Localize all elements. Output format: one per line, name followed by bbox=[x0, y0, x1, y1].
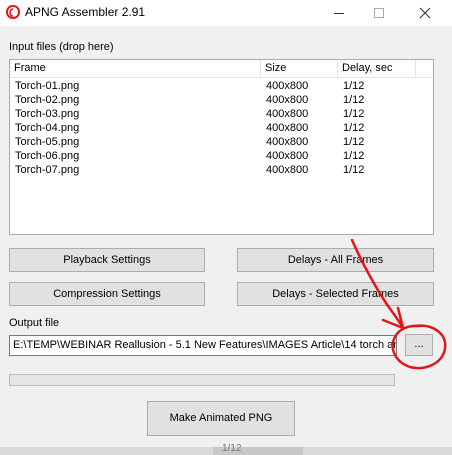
delays-selected-frames-button[interactable]: Delays - Selected Frames bbox=[237, 282, 434, 306]
list-item[interactable]: Torch-07.png 400x800 1/12 bbox=[10, 164, 433, 178]
frame-cell: Torch-07.png bbox=[15, 164, 80, 176]
list-item[interactable]: Torch-05.png 400x800 1/12 bbox=[10, 136, 433, 150]
maximize-button[interactable] bbox=[356, 0, 402, 26]
list-item[interactable]: Torch-06.png 400x800 1/12 bbox=[10, 150, 433, 164]
compression-settings-button[interactable]: Compression Settings bbox=[9, 282, 205, 306]
size-cell: 400x800 bbox=[266, 150, 309, 162]
delay-cell: 1/12 bbox=[343, 122, 365, 134]
frame-cell: Torch-05.png bbox=[15, 136, 80, 148]
delay-cell: 1/12 bbox=[343, 80, 365, 92]
delay-cell: 1/12 bbox=[343, 150, 365, 162]
size-cell: 400x800 bbox=[266, 94, 309, 106]
make-animated-png-button[interactable]: Make Animated PNG bbox=[147, 401, 295, 436]
frame-cell: Torch-02.png bbox=[15, 94, 80, 106]
frame-cell: Torch-01.png bbox=[15, 80, 80, 92]
delay-cell: 1/12 bbox=[343, 164, 365, 176]
list-item[interactable]: Torch-03.png 400x800 1/12 bbox=[10, 108, 433, 122]
background-text: 1/12 bbox=[222, 443, 242, 454]
frame-cell: Torch-04.png bbox=[15, 122, 80, 134]
list-header: Frame Size Delay, sec bbox=[10, 60, 433, 78]
close-button[interactable] bbox=[402, 0, 448, 26]
playback-settings-button[interactable]: Playback Settings bbox=[9, 248, 205, 272]
delay-cell: 1/12 bbox=[343, 136, 365, 148]
list-item[interactable]: Torch-02.png 400x800 1/12 bbox=[10, 94, 433, 108]
delays-all-frames-button[interactable]: Delays - All Frames bbox=[237, 248, 434, 272]
input-files-label: Input files (drop here) bbox=[9, 41, 114, 53]
list-item[interactable]: Torch-04.png 400x800 1/12 bbox=[10, 122, 433, 136]
progress-bar bbox=[9, 374, 395, 386]
browse-button[interactable]: ... bbox=[405, 334, 433, 356]
maximize-icon bbox=[374, 8, 384, 18]
list-item[interactable]: Torch-01.png 400x800 1/12 bbox=[10, 80, 433, 94]
size-cell: 400x800 bbox=[266, 108, 309, 120]
list-rows: Torch-01.png 400x800 1/12 Torch-02.png 400x8… bbox=[10, 80, 433, 178]
size-cell: 400x800 bbox=[266, 122, 309, 134]
delay-cell: 1/12 bbox=[343, 94, 365, 106]
apng-logo-icon bbox=[6, 5, 20, 19]
column-header-frame[interactable]: Frame bbox=[10, 60, 261, 78]
background-window-strip: 1/12 bbox=[0, 443, 452, 455]
window-title: APNG Assembler 2.91 bbox=[25, 5, 146, 19]
input-files-list[interactable]: Frame Size Delay, sec Torch-01.png 400x80… bbox=[9, 59, 434, 235]
annotation-arrow-head bbox=[381, 306, 405, 330]
column-header-size[interactable]: Size bbox=[261, 60, 338, 78]
minimize-icon bbox=[334, 13, 344, 14]
close-icon bbox=[419, 7, 431, 19]
size-cell: 400x800 bbox=[266, 164, 309, 176]
title-bar: APNG Assembler 2.91 bbox=[0, 0, 452, 26]
size-cell: 400x800 bbox=[266, 80, 309, 92]
output-file-label: Output file bbox=[9, 317, 60, 329]
output-file-field[interactable]: E:\TEMP\WEBINAR Reallusion - 5.1 New Fea… bbox=[9, 335, 397, 356]
delay-cell: 1/12 bbox=[343, 108, 365, 120]
frame-cell: Torch-06.png bbox=[15, 150, 80, 162]
frame-cell: Torch-03.png bbox=[15, 108, 80, 120]
size-cell: 400x800 bbox=[266, 136, 309, 148]
app-window: APNG Assembler 2.91 Input files (drop he… bbox=[0, 0, 452, 455]
column-header-delay[interactable]: Delay, sec bbox=[338, 60, 416, 78]
